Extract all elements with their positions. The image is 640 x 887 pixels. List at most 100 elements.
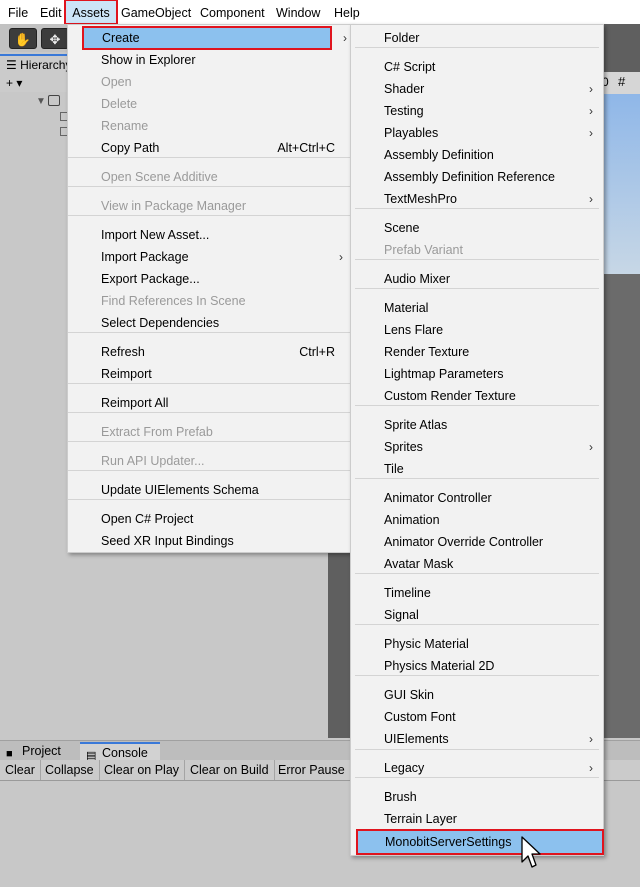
- menu-item-shortcut: Alt+Ctrl+C: [277, 141, 335, 155]
- chevron-right-icon: ›: [589, 104, 593, 118]
- create-menu-item-signal[interactable]: Signal: [351, 604, 603, 626]
- assets-menu-item-copy-path[interactable]: Copy Path Alt+Ctrl+C: [68, 137, 351, 159]
- add-dropdown[interactable]: + ▾: [6, 74, 22, 92]
- menu-help[interactable]: Help: [329, 0, 365, 24]
- assets-menu-item-seed-xr-input-bindings[interactable]: Seed XR Input Bindings: [68, 530, 351, 552]
- menu-component[interactable]: Component: [195, 0, 270, 24]
- menu-item-label: Import Package: [101, 250, 189, 264]
- assets-menu-item-open-csharp-project[interactable]: Open C# Project: [68, 508, 351, 530]
- hierarchy-list: ▼: [0, 92, 70, 738]
- menu-item-label: Extract From Prefab: [101, 425, 213, 439]
- assets-menu-item-reimport[interactable]: Reimport: [68, 363, 351, 385]
- create-menu-item-scene[interactable]: Scene: [351, 217, 603, 239]
- menu-item-label: Animation: [384, 513, 440, 527]
- hierarchy-tab-label: Hierarchy: [20, 58, 70, 72]
- create-menu-item-uielements[interactable]: UIElements ›: [351, 728, 603, 750]
- create-menu-item-avatar-mask[interactable]: Avatar Mask: [351, 553, 603, 575]
- chevron-right-icon: ›: [589, 440, 593, 454]
- assets-menu-item-run-api-updater: Run API Updater...: [68, 450, 351, 472]
- menu-item-label: Playables: [384, 126, 439, 140]
- assets-menu-item-select-dependencies[interactable]: Select Dependencies: [68, 312, 351, 334]
- menu-gameobject[interactable]: GameObject: [116, 0, 196, 24]
- scene-skybox: [600, 94, 640, 274]
- assets-menu-item-refresh[interactable]: Refresh Ctrl+R: [68, 341, 351, 363]
- create-menu-item-terrain-layer[interactable]: Terrain Layer: [351, 808, 603, 830]
- clear-button[interactable]: Clear: [0, 760, 41, 780]
- scene-view-edge: [328, 552, 352, 738]
- create-menu-item-animator-controller[interactable]: Animator Controller: [351, 487, 603, 509]
- menu-item-label: Physic Material: [384, 637, 469, 651]
- create-menu-item-tile[interactable]: Tile: [351, 458, 603, 480]
- assets-menu-item-reimport-all[interactable]: Reimport All: [68, 392, 351, 414]
- create-menu-item-physic-material[interactable]: Physic Material: [351, 633, 603, 655]
- create-menu-item-c-script[interactable]: C# Script: [351, 56, 603, 78]
- create-menu-item-render-texture[interactable]: Render Texture: [351, 341, 603, 363]
- hierarchy-toolbar: + ▾: [0, 74, 70, 92]
- clear-on-play-button[interactable]: Clear on Play: [99, 760, 186, 780]
- clear-on-build-button[interactable]: Clear on Build: [185, 760, 275, 780]
- create-menu-item-lightmap-parameters[interactable]: Lightmap Parameters: [351, 363, 603, 385]
- hierarchy-tab-bar: ☰ Hierarchy: [0, 54, 70, 74]
- menu-item-label: Material: [384, 301, 429, 315]
- menu-item-label: Copy Path: [101, 141, 160, 155]
- create-menu-item-playables[interactable]: Playables ›: [351, 122, 603, 144]
- menu-item-label: Custom Font: [384, 710, 456, 724]
- assets-menu-item-open-scene-additive: Open Scene Additive: [68, 166, 351, 188]
- assets-menu-item-rename: Rename: [68, 115, 351, 137]
- create-menu-item-timeline[interactable]: Timeline: [351, 582, 603, 604]
- create-menu-item-custom-font[interactable]: Custom Font: [351, 706, 603, 728]
- create-menu-item-textmeshpro[interactable]: TextMeshPro ›: [351, 188, 603, 210]
- menu-item-label: Run API Updater...: [101, 454, 205, 468]
- create-menu-item-lens-flare[interactable]: Lens Flare: [351, 319, 603, 341]
- create-menu-item-animation[interactable]: Animation: [351, 509, 603, 531]
- menu-item-label: Custom Render Texture: [384, 389, 516, 403]
- menu-window[interactable]: Window: [271, 0, 325, 24]
- menu-bar: File Edit Assets GameObject Component Wi…: [0, 0, 640, 25]
- create-menu-item-shader[interactable]: Shader ›: [351, 78, 603, 100]
- hand-tool-icon[interactable]: ✋: [9, 28, 37, 49]
- create-menu-item-testing[interactable]: Testing ›: [351, 100, 603, 122]
- menu-item-label: Find References In Scene: [101, 294, 246, 308]
- grid-icon[interactable]: #: [618, 74, 625, 89]
- assets-menu-item-delete: Delete: [68, 93, 351, 115]
- assets-menu-item-import-package[interactable]: Import Package ›: [68, 246, 351, 268]
- menu-item-label: Open Scene Additive: [101, 170, 218, 184]
- create-menu-item-custom-render-texture[interactable]: Custom Render Texture: [351, 385, 603, 407]
- create-menu-item-assembly-definition-reference[interactable]: Assembly Definition Reference: [351, 166, 603, 188]
- assets-menu-item-show-in-explorer[interactable]: Show in Explorer: [68, 49, 351, 71]
- error-pause-button[interactable]: Error Pause: [273, 760, 351, 780]
- menu-item-label: Prefab Variant: [384, 243, 463, 257]
- menu-item-label: Tile: [384, 462, 404, 476]
- menu-file[interactable]: File: [3, 0, 33, 24]
- menu-item-label: Brush: [384, 790, 417, 804]
- assets-menu-item-update-uielements-schema[interactable]: Update UIElements Schema: [68, 479, 351, 501]
- tab-project[interactable]: ■ Project: [0, 742, 72, 761]
- hierarchy-tab[interactable]: ☰ Hierarchy: [0, 54, 70, 74]
- create-menu-item-material[interactable]: Material: [351, 297, 603, 319]
- tab-console[interactable]: ▤ Console: [80, 742, 160, 762]
- create-menu-item-gui-skin[interactable]: GUI Skin: [351, 684, 603, 706]
- create-menu-item-brush[interactable]: Brush: [351, 786, 603, 808]
- menu-assets[interactable]: Assets: [64, 0, 118, 25]
- create-menu-item-audio-mixer[interactable]: Audio Mixer: [351, 268, 603, 290]
- menu-item-label: Export Package...: [101, 272, 200, 286]
- assets-menu-item-export-package[interactable]: Export Package...: [68, 268, 351, 290]
- create-menu-item-legacy[interactable]: Legacy ›: [351, 757, 603, 779]
- menu-edit[interactable]: Edit: [35, 0, 67, 24]
- create-menu-item-assembly-definition[interactable]: Assembly Definition: [351, 144, 603, 166]
- create-menu-item-sprites[interactable]: Sprites ›: [351, 436, 603, 458]
- assets-menu-item-create[interactable]: Create ›: [82, 26, 347, 50]
- menu-item-label: Import New Asset...: [101, 228, 210, 242]
- scene-view-right: 0 #: [600, 24, 640, 738]
- scene-icon: [48, 95, 60, 106]
- create-menu-item-sprite-atlas[interactable]: Sprite Atlas: [351, 414, 603, 436]
- create-menu-item-animator-override-controller[interactable]: Animator Override Controller: [351, 531, 603, 553]
- create-menu-item-monobitserversettings[interactable]: MonobitServerSettings: [356, 829, 604, 855]
- create-menu-item-folder[interactable]: Folder: [351, 27, 603, 49]
- expand-triangle-icon[interactable]: ▼: [36, 96, 46, 107]
- move-tool-icon[interactable]: ✥: [41, 28, 69, 49]
- collapse-button[interactable]: Collapse: [40, 760, 100, 780]
- assets-menu-item-import-new-asset[interactable]: Import New Asset...: [68, 224, 351, 246]
- chevron-right-icon: ›: [343, 31, 347, 45]
- create-menu-item-physics-material-2d[interactable]: Physics Material 2D: [351, 655, 603, 677]
